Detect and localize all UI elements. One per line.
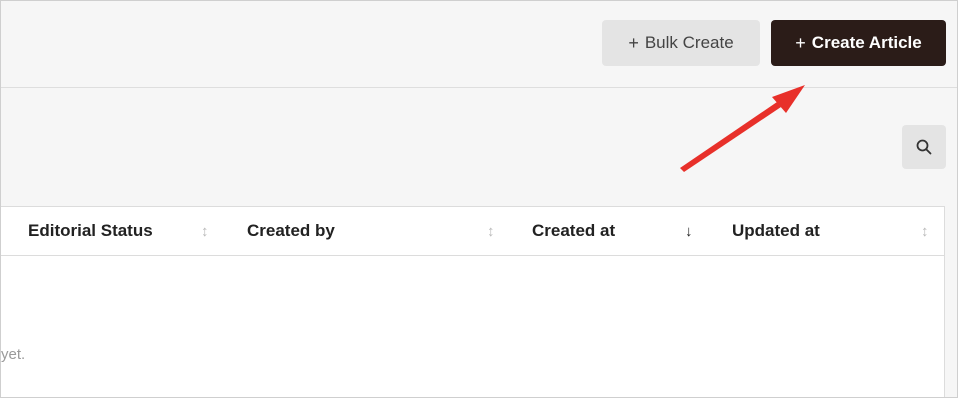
search-button[interactable] [902, 125, 946, 169]
column-header-created-by[interactable]: Created by [247, 207, 335, 255]
arrow-shaft [680, 102, 781, 172]
bulk-create-label: Bulk Create [644, 33, 734, 52]
column-header-created-at[interactable]: Created at [532, 207, 615, 255]
column-header-editorial-status[interactable]: Editorial Status [28, 207, 153, 255]
app-frame: + Bulk Create + Create Article Editorial… [0, 0, 958, 398]
sort-icon[interactable]: ↕ [201, 207, 209, 255]
bulk-create-button[interactable]: + Bulk Create [602, 20, 760, 66]
page-header: + Bulk Create + Create Article [1, 1, 957, 88]
sort-icon[interactable]: ↕ [487, 207, 495, 255]
create-article-button[interactable]: + Create Article [771, 20, 946, 66]
column-header-updated-at[interactable]: Updated at [732, 207, 820, 255]
plus-icon: + [628, 32, 639, 53]
create-article-label: Create Article [811, 33, 922, 52]
sort-icon[interactable]: ↕ [921, 207, 929, 255]
arrow-head [772, 85, 805, 113]
articles-table: Editorial Status ↕ Created by ↕ Created … [1, 206, 945, 397]
sort-descending-icon[interactable]: ↓ [685, 207, 693, 255]
plus-icon: + [795, 32, 806, 53]
search-icon [916, 139, 932, 155]
table-header: Editorial Status ↕ Created by ↕ Created … [1, 207, 944, 256]
empty-state-text: yet. [1, 346, 26, 363]
